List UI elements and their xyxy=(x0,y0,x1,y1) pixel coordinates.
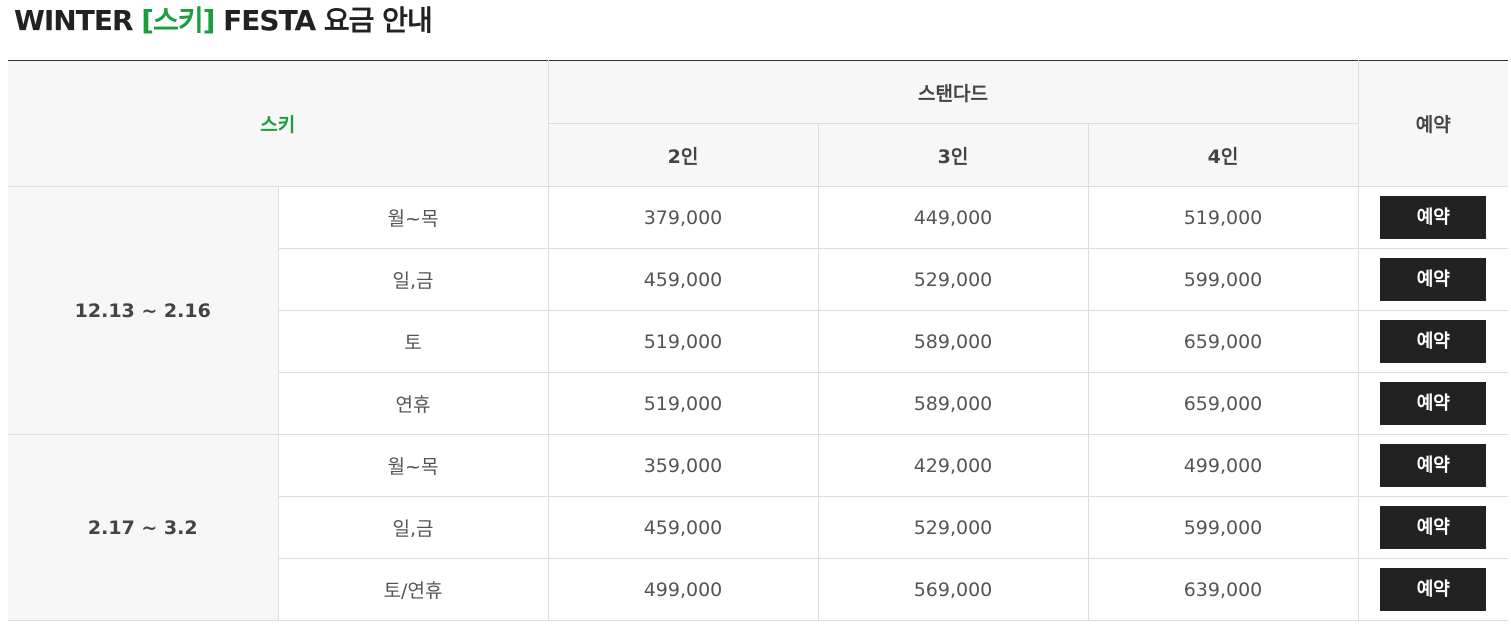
price-table-body: 12.13 ~ 2.16 월~목 379,000 449,000 519,000… xyxy=(8,186,1508,621)
reserve-cell: 예약 xyxy=(1357,248,1508,311)
price-2-persons: 519,000 xyxy=(547,372,819,435)
reserve-button[interactable]: 예약 xyxy=(1380,382,1487,425)
price-2-persons: 359,000 xyxy=(547,434,819,497)
reserve-cell: 예약 xyxy=(1357,496,1508,559)
reserve-cell: 예약 xyxy=(1357,434,1508,497)
reserve-button[interactable]: 예약 xyxy=(1380,444,1487,487)
price-3-persons: 589,000 xyxy=(817,310,1089,373)
price-3-persons: 529,000 xyxy=(817,496,1089,559)
title-accent: [스키] xyxy=(141,4,215,37)
table-row: 12.13 ~ 2.16 월~목 379,000 449,000 519,000… xyxy=(8,186,1508,435)
reserve-button[interactable]: 예약 xyxy=(1380,568,1487,611)
reserve-header: 예약 xyxy=(1357,60,1508,187)
reserve-button[interactable]: 예약 xyxy=(1380,320,1487,363)
price-4-persons: 599,000 xyxy=(1087,496,1359,559)
day-label: 일,금 xyxy=(278,248,549,311)
price-2-persons: 519,000 xyxy=(547,310,819,373)
day-label: 토 xyxy=(278,310,549,373)
day-label: 토/연휴 xyxy=(278,558,549,621)
price-2-persons: 379,000 xyxy=(547,186,819,249)
group-header: 스탠다드 xyxy=(547,60,1359,124)
period-label: 2.17 ~ 3.2 xyxy=(8,434,279,621)
persons-header-4: 4인 xyxy=(1087,123,1358,187)
price-4-persons: 599,000 xyxy=(1087,248,1359,311)
price-2-persons: 459,000 xyxy=(547,496,819,559)
price-table: 스키 스탠다드 예약 2인 3인 4인 12.13 ~ 2.16 월~목 379… xyxy=(8,60,1508,621)
price-4-persons: 639,000 xyxy=(1087,558,1359,621)
header-row-1: 스키 스탠다드 예약 xyxy=(8,60,1508,187)
price-3-persons: 429,000 xyxy=(817,434,1089,497)
reserve-button[interactable]: 예약 xyxy=(1380,196,1487,239)
reserve-button[interactable]: 예약 xyxy=(1380,506,1487,549)
price-4-persons: 519,000 xyxy=(1087,186,1359,249)
persons-header-2: 2인 xyxy=(548,123,819,187)
price-3-persons: 449,000 xyxy=(817,186,1089,249)
price-2-persons: 459,000 xyxy=(547,248,819,311)
title-prefix: WINTER xyxy=(14,4,142,37)
persons-header-3: 3인 xyxy=(817,123,1089,187)
price-4-persons: 499,000 xyxy=(1087,434,1359,497)
page: WINTER [스키] FESTA 요금 안내 스키 스탠다드 예약 2인 3인… xyxy=(0,0,1511,628)
reserve-cell: 예약 xyxy=(1357,558,1508,621)
reserve-cell: 예약 xyxy=(1357,186,1508,249)
day-label: 월~목 xyxy=(277,186,549,249)
price-4-persons: 659,000 xyxy=(1087,310,1359,373)
price-3-persons: 529,000 xyxy=(817,248,1089,311)
category-header: 스키 xyxy=(8,60,549,187)
price-4-persons: 659,000 xyxy=(1087,372,1359,435)
page-title: WINTER [스키] FESTA 요금 안내 xyxy=(14,0,433,44)
day-label: 월~목 xyxy=(277,434,549,497)
price-3-persons: 569,000 xyxy=(817,558,1089,621)
period-label: 12.13 ~ 2.16 xyxy=(8,186,279,435)
table-row: 2.17 ~ 3.2 월~목 359,000 429,000 499,000 예… xyxy=(8,434,1508,621)
price-3-persons: 589,000 xyxy=(817,372,1089,435)
day-label: 연휴 xyxy=(278,372,549,435)
reserve-button[interactable]: 예약 xyxy=(1380,258,1487,301)
reserve-cell: 예약 xyxy=(1357,372,1508,435)
day-label: 일,금 xyxy=(278,496,549,559)
reserve-cell: 예약 xyxy=(1357,310,1508,373)
price-2-persons: 499,000 xyxy=(547,558,819,621)
title-suffix: FESTA 요금 안내 xyxy=(214,4,433,37)
